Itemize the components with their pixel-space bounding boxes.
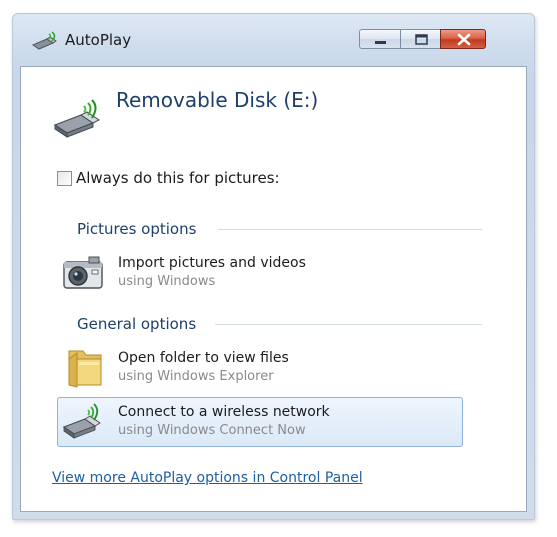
option-import-title: Import pictures and videos — [118, 255, 306, 271]
option-open-folder-subtitle: using Windows Explorer — [118, 369, 274, 384]
option-import-subtitle: using Windows — [118, 274, 216, 289]
device-title: Removable Disk (E:) — [116, 88, 319, 112]
minimize-button[interactable] — [359, 29, 401, 49]
option-connect-wireless-title: Connect to a wireless network — [118, 404, 330, 420]
minimize-icon — [375, 41, 386, 44]
folder-icon — [68, 350, 102, 388]
close-icon — [457, 33, 471, 46]
more-autoplay-options-link[interactable]: View more AutoPlay options in Control Pa… — [52, 470, 363, 486]
close-button[interactable] — [440, 29, 486, 49]
general-options-divider — [215, 324, 482, 325]
usb-wireless-device-icon — [53, 99, 100, 138]
option-open-folder[interactable]: Open folder to view files using Windows … — [57, 343, 463, 393]
autoplay-app-icon — [31, 31, 57, 50]
always-checkbox[interactable] — [57, 171, 72, 186]
autoplay-content: Removable Disk (E:) Always do this for p… — [20, 66, 527, 512]
option-connect-wireless[interactable]: Connect to a wireless network using Wind… — [57, 397, 463, 447]
option-connect-wireless-subtitle: using Windows Connect Now — [118, 423, 306, 438]
camera-icon — [63, 256, 103, 289]
pictures-options-divider — [218, 229, 482, 230]
general-options-label: General options — [77, 315, 197, 333]
always-checkbox-label[interactable]: Always do this for pictures: — [76, 169, 280, 187]
maximize-button[interactable] — [400, 29, 441, 49]
window-title: AutoPlay — [65, 31, 132, 49]
pictures-options-label: Pictures options — [77, 220, 197, 238]
general-options-header: General options — [77, 314, 196, 334]
pictures-options-header: Pictures options — [77, 219, 196, 239]
usb-wireless-device-icon — [62, 403, 101, 439]
option-open-folder-title: Open folder to view files — [118, 350, 289, 366]
autoplay-window: AutoPlay Removable Disk (E:) Always do t… — [12, 13, 535, 520]
title-bar[interactable]: AutoPlay — [13, 14, 534, 66]
maximize-icon — [415, 34, 428, 45]
option-import-pictures[interactable]: Import pictures and videos using Windows — [57, 248, 463, 298]
